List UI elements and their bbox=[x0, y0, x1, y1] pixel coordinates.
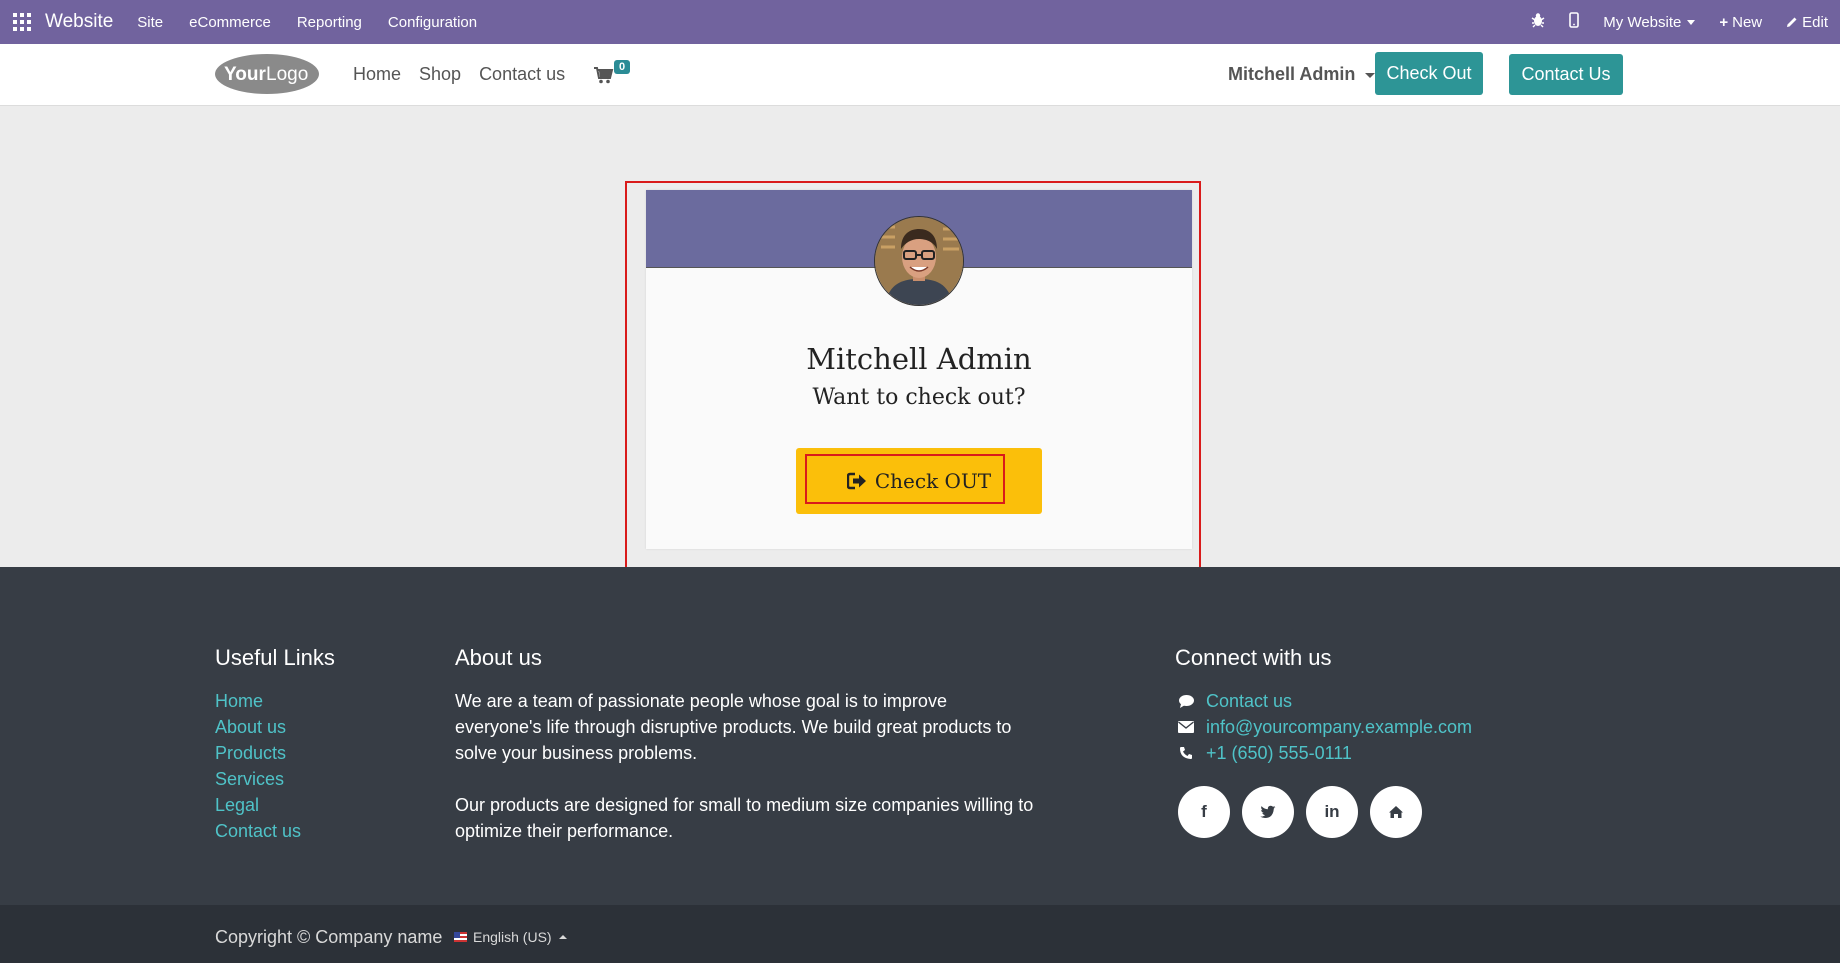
debug-bug-icon[interactable] bbox=[1531, 12, 1545, 32]
footer: Useful Links Home About us Products Serv… bbox=[0, 567, 1840, 905]
header-checkout-button[interactable]: Check Out bbox=[1375, 52, 1483, 95]
menu-reporting[interactable]: Reporting bbox=[297, 14, 362, 31]
connect-email-row: info@yourcompany.example.com bbox=[1175, 714, 1472, 740]
about-title: About us bbox=[455, 645, 542, 670]
copyright-text: Copyright © Company name bbox=[215, 927, 443, 947]
twitter-icon[interactable] bbox=[1242, 786, 1294, 838]
connect-contact-link[interactable]: Contact us bbox=[1206, 691, 1292, 712]
connect-phone-link[interactable]: +1 (650) 555-0111 bbox=[1206, 743, 1352, 764]
footer-link-contact[interactable]: Contact us bbox=[215, 818, 335, 844]
about-paragraph-2: Our products are designed for small to m… bbox=[455, 795, 1034, 841]
useful-links-title: Useful Links bbox=[215, 645, 335, 670]
menu-site[interactable]: Site bbox=[137, 14, 163, 31]
connect-phone-row: +1 (650) 555-0111 bbox=[1175, 740, 1472, 766]
avatar bbox=[874, 216, 964, 306]
footer-link-services[interactable]: Services bbox=[215, 766, 335, 792]
about-paragraph-1: We are a team of passionate people whose… bbox=[455, 691, 1012, 763]
user-menu[interactable]: Mitchell Admin bbox=[1228, 64, 1376, 85]
card-question: Want to check out? bbox=[812, 385, 1026, 410]
chevron-down-icon bbox=[1687, 20, 1696, 26]
site-header: Your Logo Home Shop Contact us 0 Mitchel… bbox=[0, 44, 1840, 106]
plus-icon: + bbox=[1719, 13, 1729, 31]
footer-connect: Connect with us Contact us info@yourcomp… bbox=[1175, 645, 1472, 766]
shopping-cart-icon[interactable] bbox=[594, 66, 614, 84]
highlight-box-inner bbox=[805, 454, 1005, 504]
home-icon[interactable] bbox=[1370, 786, 1422, 838]
linkedin-icon[interactable]: in bbox=[1306, 786, 1358, 838]
cart-count-badge: 0 bbox=[614, 60, 631, 74]
pencil-icon bbox=[1787, 17, 1797, 27]
chevron-up-icon bbox=[558, 935, 567, 939]
menu-ecommerce[interactable]: eCommerce bbox=[189, 14, 271, 31]
card-user-name: Mitchell Admin bbox=[806, 342, 1032, 376]
footer-about: About us We are a team of passionate peo… bbox=[455, 645, 1035, 870]
admin-topbar: Website Site eCommerce Reporting Configu… bbox=[0, 0, 1840, 44]
copyright-bar: Copyright © Company name English (US) bbox=[0, 905, 1840, 963]
checkout-card: Mitchell Admin Want to check out? Check … bbox=[646, 190, 1192, 549]
chevron-down-icon bbox=[1365, 72, 1376, 78]
main-nav: Home Shop Contact us bbox=[353, 64, 565, 85]
social-links: f in bbox=[1178, 786, 1422, 838]
svg-text:Your: Your bbox=[224, 64, 266, 85]
nav-shop[interactable]: Shop bbox=[419, 64, 461, 85]
apps-menu-icon[interactable] bbox=[13, 13, 31, 31]
connect-contact-row: Contact us bbox=[1175, 688, 1472, 714]
company-logo[interactable]: Your Logo bbox=[214, 52, 320, 96]
new-button[interactable]: + New bbox=[1719, 14, 1762, 31]
menu-configuration[interactable]: Configuration bbox=[388, 14, 477, 31]
envelope-icon bbox=[1175, 721, 1197, 733]
language-selector[interactable]: English (US) bbox=[454, 929, 567, 945]
footer-link-legal[interactable]: Legal bbox=[215, 792, 335, 818]
app-name[interactable]: Website bbox=[45, 11, 113, 33]
us-flag-icon bbox=[454, 932, 467, 942]
nav-home[interactable]: Home bbox=[353, 64, 401, 85]
footer-useful-links: Useful Links Home About us Products Serv… bbox=[215, 645, 335, 844]
svg-text:Logo: Logo bbox=[266, 64, 308, 85]
footer-link-about[interactable]: About us bbox=[215, 714, 335, 740]
facebook-icon[interactable]: f bbox=[1178, 786, 1230, 838]
comment-icon bbox=[1175, 694, 1197, 709]
phone-icon bbox=[1175, 746, 1197, 760]
website-selector[interactable]: My Website bbox=[1603, 14, 1696, 31]
footer-link-home[interactable]: Home bbox=[215, 688, 335, 714]
connect-email-link[interactable]: info@yourcompany.example.com bbox=[1206, 717, 1472, 738]
nav-contact-us[interactable]: Contact us bbox=[479, 64, 565, 85]
admin-right-controls: My Website + New Edit bbox=[1531, 0, 1828, 44]
admin-menu: Site eCommerce Reporting Configuration bbox=[137, 14, 477, 31]
header-contact-button[interactable]: Contact Us bbox=[1509, 54, 1623, 95]
edit-button[interactable]: Edit bbox=[1786, 14, 1828, 31]
footer-link-products[interactable]: Products bbox=[215, 740, 335, 766]
connect-title: Connect with us bbox=[1175, 645, 1332, 670]
mobile-preview-icon[interactable] bbox=[1569, 12, 1580, 32]
